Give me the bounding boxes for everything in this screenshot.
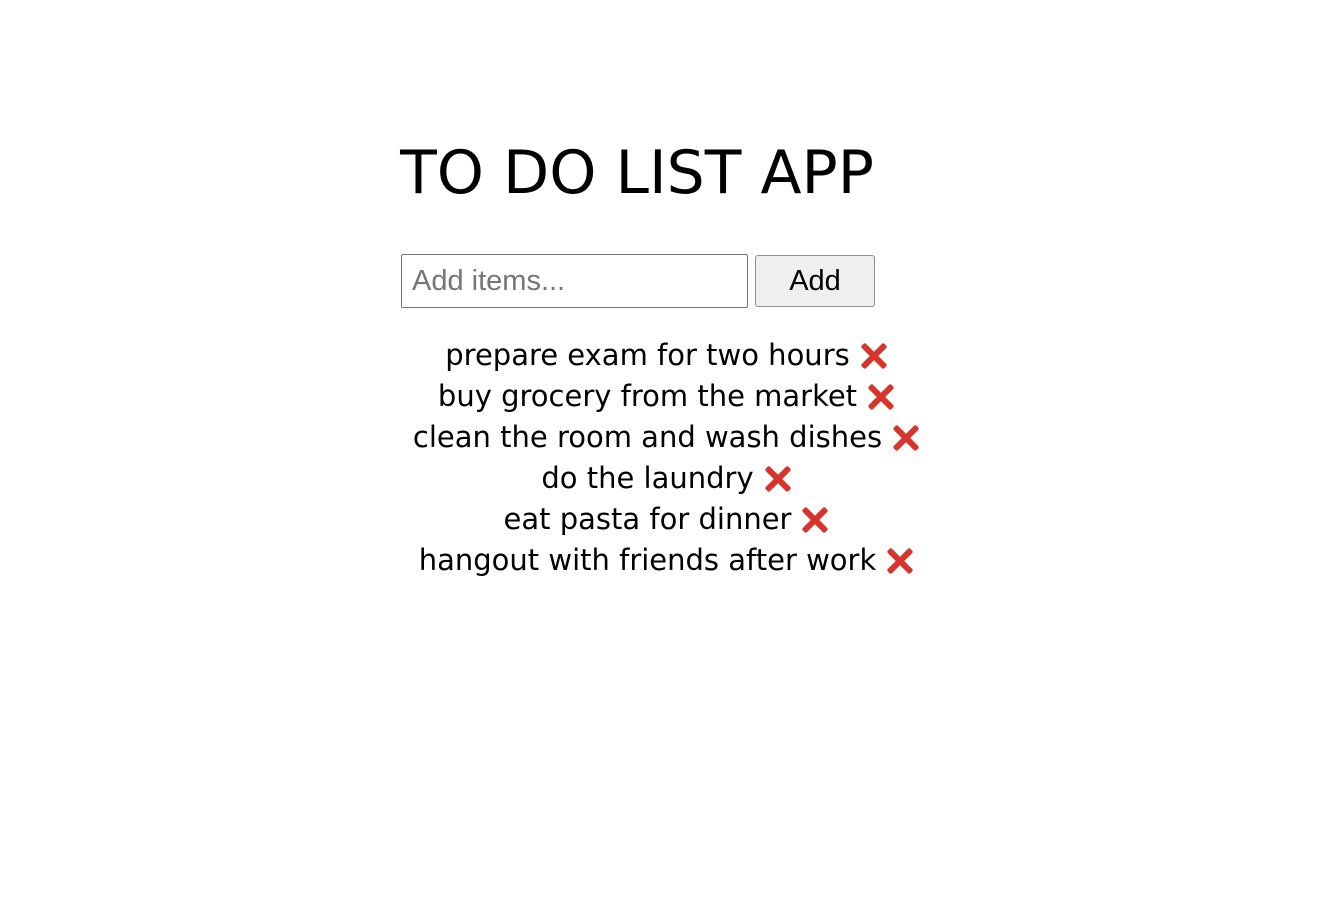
list-item: eat pasta for dinner — [0, 497, 1334, 538]
page-title: TO DO LIST APP — [400, 138, 874, 208]
close-icon[interactable] — [891, 422, 921, 452]
close-icon[interactable] — [763, 463, 793, 493]
add-item-form: Add — [401, 254, 875, 308]
list-item: clean the room and wash dishes — [0, 415, 1334, 456]
list-item-text: prepare exam for two hours — [445, 337, 850, 372]
list-item: hangout with friends after work — [0, 538, 1334, 579]
list-item-text: buy grocery from the market — [437, 378, 858, 413]
add-item-input[interactable] — [401, 254, 748, 308]
list-item-text: hangout with friends after work — [418, 542, 877, 577]
close-icon[interactable] — [859, 340, 889, 370]
list-item: do the laundry — [0, 456, 1334, 497]
close-icon[interactable] — [866, 381, 896, 411]
todo-list: prepare exam for two hours buy grocery f… — [0, 333, 1334, 579]
list-item: buy grocery from the market — [0, 374, 1334, 415]
close-icon[interactable] — [800, 504, 830, 534]
list-item-text: clean the room and wash dishes — [412, 419, 883, 454]
close-icon[interactable] — [885, 545, 915, 575]
list-item: prepare exam for two hours — [0, 333, 1334, 374]
list-item-text: do the laundry — [541, 460, 754, 495]
todo-app: TO DO LIST APP Add prepare exam for two … — [0, 0, 1342, 904]
list-item-text: eat pasta for dinner — [503, 501, 792, 536]
add-button[interactable]: Add — [755, 255, 875, 307]
